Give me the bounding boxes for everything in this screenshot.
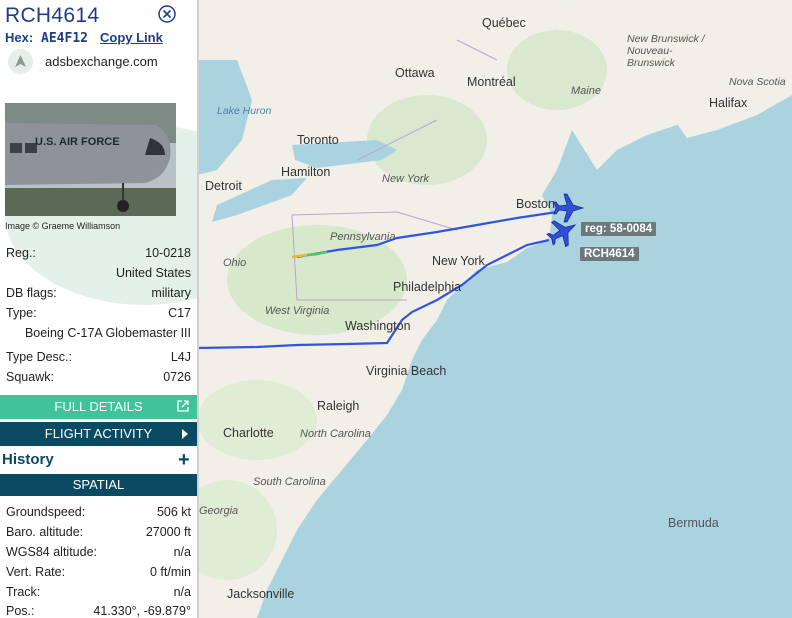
full-details-label: FULL DETAILS — [54, 399, 143, 414]
hex-value: AE4F12 — [41, 31, 88, 46]
map-label-montreal: Montréal — [467, 75, 516, 89]
hex-label: Hex: — [5, 30, 34, 45]
aircraft-callsign-tag[interactable]: RCH4614 — [580, 247, 639, 261]
flight-activity-button[interactable]: FLIGHT ACTIVITY — [0, 422, 197, 446]
reg-row: Reg.: 10-0218 — [6, 246, 191, 264]
map-label-quebec: Québec — [482, 16, 526, 30]
close-icon[interactable] — [158, 5, 176, 23]
type-full-value: Boeing C-17A Globemaster III — [24, 326, 191, 340]
type-label: Type: — [6, 306, 37, 320]
map-label-detroit: Detroit — [205, 179, 242, 193]
full-details-button[interactable]: FULL DETAILS — [0, 395, 197, 419]
type-desc-row: Type Desc.: L4J — [6, 350, 191, 368]
map-label-pennsylvania: Pennsylvania — [330, 231, 396, 243]
squawk-label: Squawk: — [6, 370, 54, 384]
position-row: Pos.: 41.330°, -69.879° — [6, 604, 191, 618]
adsbexchange-logo-icon[interactable] — [8, 49, 33, 74]
forest-maine — [507, 30, 607, 110]
aircraft-sidebar: RCH4614 Hex: AE4F12 Copy Link adsbexchan… — [0, 0, 199, 618]
type-desc-label: Type Desc.: — [6, 350, 72, 364]
country-value: United States — [115, 266, 191, 280]
type-desc-value: L4J — [170, 350, 191, 364]
squawk-row: Squawk: 0726 — [6, 370, 191, 388]
flight-activity-label: FLIGHT ACTIVITY — [44, 426, 153, 441]
map-label-maine: Maine — [571, 85, 601, 97]
map-label-boston: Boston — [516, 197, 555, 211]
position-label: Pos.: — [6, 604, 35, 618]
reg-value: 10-0218 — [145, 246, 191, 260]
wgs84-altitude-label: WGS84 altitude: — [6, 545, 98, 559]
map-label-halifax: Halifax — [709, 96, 748, 110]
db-flags-value: military — [151, 286, 191, 300]
baro-altitude-value: 27000 ft — [145, 525, 191, 539]
source-link[interactable]: adsbexchange.com — [45, 54, 158, 69]
reg-label: Reg.: — [6, 246, 36, 260]
map-label-south-carolina: South Carolina — [253, 476, 326, 488]
groundspeed-label: Groundspeed: — [6, 505, 86, 519]
copy-link-button[interactable]: Copy Link — [100, 30, 163, 45]
map-view[interactable]: Québec Ottawa Montréal Maine New Brunswi… — [197, 0, 792, 618]
map-label-washington: Washington — [345, 319, 411, 333]
aircraft-callsign-title: RCH4614 — [5, 4, 100, 27]
map-label-hamilton: Hamilton — [281, 165, 331, 179]
external-link-icon — [177, 400, 189, 412]
photo-text: U.S. AIR FORCE — [35, 136, 120, 148]
map-label-toronto: Toronto — [297, 133, 339, 147]
position-value: 41.330°, -69.879° — [93, 604, 191, 618]
track-row: Track: n/a — [6, 585, 191, 603]
history-heading[interactable]: History — [2, 451, 54, 468]
chevron-right-icon — [182, 429, 188, 439]
forest-adirondack — [367, 95, 487, 185]
map-label-new-brunswick: New Brunswick / Nouveau- Brunswick — [627, 33, 705, 69]
map-label-north-carolina: North Carolina — [300, 428, 371, 440]
track-label: Track: — [6, 585, 41, 599]
map-label-west-virginia: West Virginia — [265, 305, 330, 317]
groundspeed-value: 506 kt — [156, 505, 191, 519]
map-label-ottawa: Ottawa — [395, 66, 435, 80]
map-label-ohio: Ohio — [223, 257, 247, 269]
map-label-jacksonville: Jacksonville — [227, 587, 295, 601]
map-label-philadelphia: Philadelphia — [393, 280, 462, 294]
forest-carolina — [197, 380, 317, 460]
vert-rate-value: 0 ft/min — [150, 565, 191, 579]
map-label-lake-huron: Lake Huron — [217, 105, 272, 117]
squawk-value: 0726 — [163, 370, 191, 384]
photo-credit: Image © Graeme Williamson — [5, 221, 121, 231]
map-label-nova-scotia: Nova Scotia — [729, 76, 786, 88]
map-label-new-york-state: New York — [382, 173, 429, 185]
spatial-section-header[interactable]: SPATIAL — [0, 474, 197, 496]
aircraft-photo[interactable]: U.S. AIR FORCE — [5, 103, 176, 216]
wgs84-altitude-value: n/a — [173, 545, 191, 559]
baro-altitude-label: Baro. altitude: — [6, 525, 84, 539]
map-label-bermuda: Bermuda — [668, 516, 719, 530]
hex-row: Hex: AE4F12 — [5, 30, 88, 46]
type-row: Type: C17 — [6, 306, 191, 324]
map-label-virginia-beach: Virginia Beach — [366, 364, 447, 378]
db-flags-row: DB flags: military — [6, 286, 191, 304]
map-label-new-york-city: New York — [432, 254, 485, 268]
aircraft-reg-tag[interactable]: reg: 58-0084 — [581, 222, 657, 236]
map-label-charlotte: Charlotte — [223, 426, 274, 440]
expand-plus-icon[interactable]: + — [178, 449, 190, 472]
wgs84-altitude-row: WGS84 altitude: n/a — [6, 545, 191, 563]
vert-rate-row: Vert. Rate: 0 ft/min — [6, 565, 191, 583]
db-flags-label: DB flags: — [6, 286, 57, 300]
track-value: n/a — [173, 585, 191, 599]
type-value: C17 — [168, 306, 191, 320]
map-label-raleigh: Raleigh — [317, 399, 360, 413]
baro-altitude-row: Baro. altitude: 27000 ft — [6, 525, 191, 543]
map-label-georgia: Georgia — [199, 505, 239, 517]
groundspeed-row: Groundspeed: 506 kt — [6, 505, 191, 523]
vert-rate-label: Vert. Rate: — [6, 565, 66, 579]
